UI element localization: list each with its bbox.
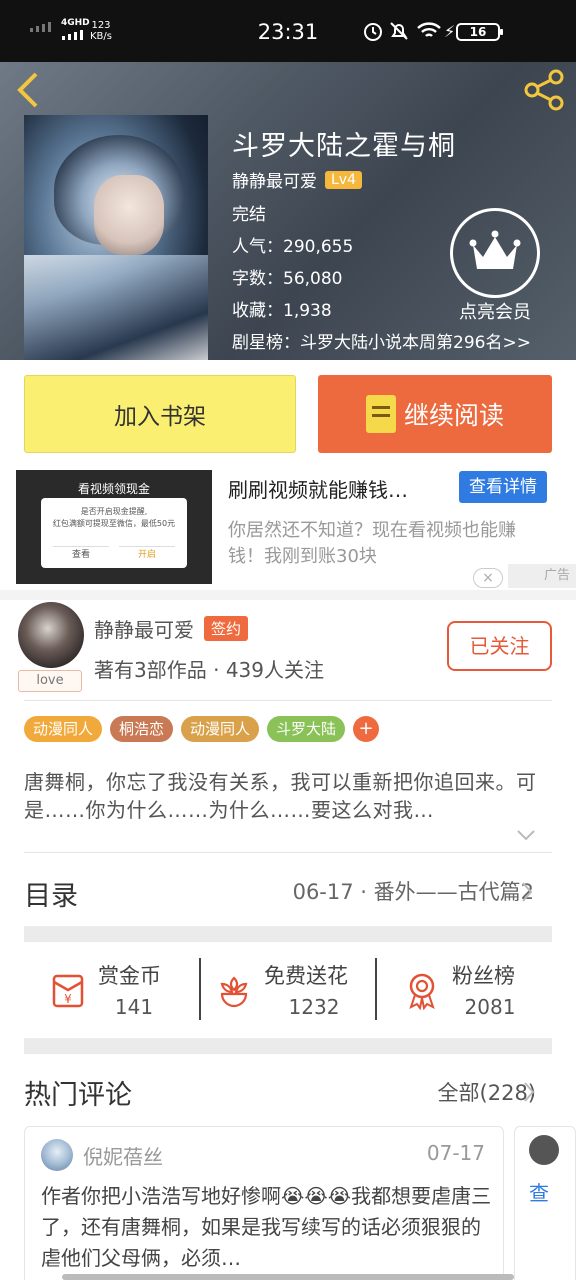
popularity: 人气：290,655 bbox=[232, 237, 354, 257]
wifi-icon bbox=[416, 21, 442, 45]
divider bbox=[375, 958, 377, 1020]
book-author-line: 静静最可爱 Lv4 bbox=[232, 167, 362, 192]
comment-text-preview: 查 bbox=[529, 1181, 549, 1205]
back-arrow-icon bbox=[17, 72, 38, 108]
add-tag-button[interactable]: + bbox=[353, 716, 380, 742]
book-title: 斗罗大陆之霍与桐 bbox=[232, 131, 456, 162]
stat-label: 免费送花 bbox=[264, 964, 348, 988]
divider bbox=[24, 700, 552, 701]
commenter-avatar[interactable] bbox=[41, 1139, 73, 1171]
commenter-avatar[interactable] bbox=[529, 1135, 559, 1165]
tag-item[interactable]: 动漫同人 bbox=[24, 716, 103, 742]
ad-label: 广告 bbox=[508, 564, 576, 588]
fan-rank-stat[interactable]: 粉丝榜 2081 bbox=[402, 960, 576, 1024]
svg-text:¥: ¥ bbox=[64, 992, 72, 1006]
share-icon bbox=[524, 69, 564, 111]
alarm-icon bbox=[362, 20, 384, 46]
toc-label[interactable]: 目录 bbox=[24, 874, 78, 913]
vip-button[interactable] bbox=[450, 208, 540, 298]
battery-indicator: 16 bbox=[456, 23, 503, 41]
follow-button[interactable]: 已关注 bbox=[447, 621, 552, 671]
author-avatar[interactable] bbox=[18, 602, 84, 668]
status-bar: 4GHD 123 KB/s 23:31 ⚡ 16 bbox=[0, 0, 576, 62]
continue-reading-label: 继续阅读 bbox=[403, 401, 504, 430]
word-count: 字数：56,080 bbox=[232, 269, 343, 289]
divider bbox=[24, 852, 552, 853]
reward-coin-stat[interactable]: ¥ 赏金币 141 bbox=[48, 960, 224, 1024]
stat-label: 粉丝榜 bbox=[452, 964, 515, 988]
love-tag: love bbox=[18, 670, 82, 692]
commenter-name[interactable]: 倪妮蓓丝 bbox=[83, 1141, 163, 1170]
book-cover[interactable] bbox=[24, 115, 208, 360]
stat-value: 141 bbox=[114, 995, 154, 1019]
ad-close-button[interactable]: × bbox=[473, 568, 503, 588]
all-comments-chevron-icon[interactable] bbox=[522, 1080, 536, 1108]
tag-item[interactable]: 斗罗大陆 bbox=[267, 716, 346, 742]
book-description[interactable]: 唐舞桐，你忘了我没有关系，我可以重新把你追回来。可是……你为什么……为什么……要… bbox=[24, 768, 554, 824]
ad-title[interactable]: 刷刷视频就能赚钱… bbox=[228, 474, 456, 503]
ad-image-view: 查看 bbox=[53, 546, 109, 562]
expand-chevron-icon[interactable] bbox=[515, 826, 537, 847]
toc-latest-chapter[interactable]: 06-17 · 番外——古代篇2 bbox=[293, 876, 534, 906]
tag-item[interactable]: 动漫同人 bbox=[181, 716, 260, 742]
ad-description[interactable]: 你居然还不知道？现在看视频也能赚钱！我刚到账30块 bbox=[228, 518, 548, 570]
level-badge: Lv4 bbox=[325, 170, 362, 189]
ad-image-open: 开启 bbox=[119, 546, 175, 562]
vip-label[interactable]: 点亮会员 bbox=[440, 298, 550, 324]
ad-image-card: 是否开启现金提醒, 红包满额可提现至微信，最低50元 查看 开启 bbox=[41, 498, 187, 568]
gesture-bar[interactable] bbox=[62, 1274, 514, 1280]
charging-icon: ⚡ bbox=[444, 22, 456, 41]
divider bbox=[24, 926, 552, 942]
ad-detail-button[interactable]: 查看详情 bbox=[459, 471, 547, 503]
signed-badge: 签约 bbox=[204, 616, 249, 641]
medal-icon bbox=[402, 970, 442, 1011]
author-name[interactable]: 静静最可爱 bbox=[94, 614, 194, 643]
divider bbox=[199, 958, 201, 1020]
book-icon bbox=[365, 395, 396, 433]
book-author[interactable]: 静静最可爱 bbox=[232, 167, 317, 192]
stat-value: 1232 bbox=[288, 995, 340, 1019]
crown-icon bbox=[469, 230, 521, 269]
stat-value: 2081 bbox=[464, 995, 516, 1019]
book-status: 完结 bbox=[232, 205, 266, 225]
rank-link[interactable]: 剧星榜：斗罗大陆小说本周第296名>> bbox=[232, 328, 531, 353]
comment-card[interactable]: 倪妮蓓丝 07-17 作者你把小浩浩写地好惨啊😭😭😭我都想要虐唐三了，还有唐舞桐… bbox=[24, 1126, 504, 1280]
add-to-shelf-button[interactable]: 加入书架 bbox=[24, 375, 296, 453]
red-envelope-icon: ¥ bbox=[48, 970, 88, 1010]
continue-reading-button[interactable]: 继续阅读 bbox=[318, 375, 552, 453]
hot-comments-label: 热门评论 bbox=[24, 1080, 132, 1111]
tag-list: 动漫同人 桐浩恋 动漫同人 斗罗大陆 + bbox=[24, 716, 380, 742]
favorites-count: 收藏：1,938 bbox=[232, 301, 332, 321]
comment-text: 作者你把小浩浩写地好惨啊😭😭😭我都想要虐唐三了，还有唐舞桐，如果是我写续写的话必… bbox=[41, 1184, 492, 1270]
flower-icon bbox=[214, 970, 254, 1010]
ad-image[interactable]: 看视频领现金 是否开启现金提醒, 红包满额可提现至微信，最低50元 查看 开启 bbox=[16, 470, 212, 584]
author-stats: 著有3部作品 · 439人关注 bbox=[94, 658, 324, 682]
comment-card-next[interactable]: 查 bbox=[514, 1126, 576, 1280]
mute-icon bbox=[388, 20, 410, 46]
back-button[interactable] bbox=[14, 70, 50, 110]
toc-chevron-icon[interactable] bbox=[520, 880, 534, 908]
comment-date: 07-17 bbox=[426, 1141, 485, 1165]
free-flower-stat[interactable]: 免费送花 1232 bbox=[214, 960, 390, 1024]
tag-item[interactable]: 桐浩恋 bbox=[110, 716, 174, 742]
divider bbox=[0, 590, 576, 600]
ad-image-title: 看视频领现金 bbox=[77, 482, 150, 496]
divider bbox=[24, 1038, 552, 1054]
author-name-row: 静静最可爱 签约 bbox=[94, 614, 249, 643]
stat-label: 赏金币 bbox=[98, 964, 161, 988]
share-button[interactable] bbox=[522, 68, 566, 112]
